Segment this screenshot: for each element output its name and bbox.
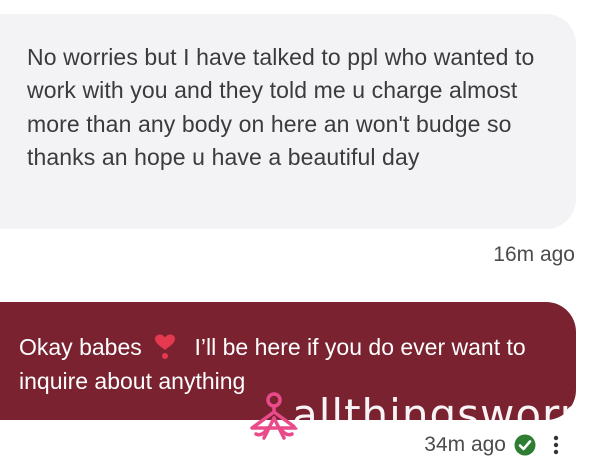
read-check-icon <box>514 434 536 456</box>
incoming-message-text: No worries but I have talked to ppl who … <box>27 44 535 171</box>
outgoing-message-time: 34m ago <box>424 433 506 456</box>
outgoing-message-text: Okay babes I’ll be here if you do ever w… <box>19 331 556 398</box>
conversation-view: No worries but I have talked to ppl who … <box>0 0 600 473</box>
outgoing-message-bubble: Okay babes I’ll be here if you do ever w… <box>0 302 576 420</box>
incoming-message-bubble: No worries but I have talked to ppl who … <box>0 14 576 229</box>
outgoing-message-footer: 34m ago <box>424 430 560 460</box>
outgoing-text-before-emoji: Okay babes <box>19 334 142 360</box>
incoming-message-time: 16m ago <box>493 243 575 266</box>
heart-exclamation-icon <box>155 334 176 359</box>
more-options-icon[interactable] <box>552 434 560 456</box>
